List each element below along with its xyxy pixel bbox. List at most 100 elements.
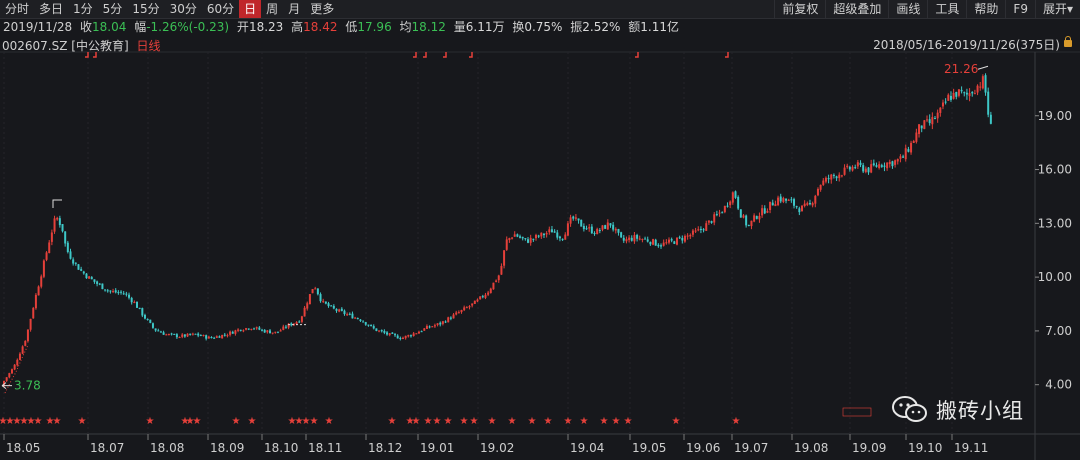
candle-body — [85, 273, 88, 279]
candle-body — [505, 239, 508, 250]
candle-body — [880, 165, 883, 167]
event-star: ★ — [470, 416, 479, 427]
candle-body — [279, 330, 282, 332]
candle-body — [795, 206, 798, 208]
candle-body — [276, 331, 279, 333]
candle-body — [18, 353, 21, 360]
candle-body — [896, 159, 899, 162]
candle-body — [723, 205, 726, 213]
candle-body — [702, 229, 705, 231]
wechat-icon — [892, 396, 928, 424]
candle-body — [540, 232, 543, 237]
candle-body — [343, 310, 346, 315]
candle-body — [705, 223, 708, 231]
candle-body — [646, 239, 649, 242]
event-star: ★ — [624, 416, 633, 427]
candle-body — [782, 198, 785, 202]
candle-body — [487, 292, 490, 295]
candle-body — [535, 234, 537, 239]
low-price-marker: 3.78 — [14, 379, 41, 393]
event-star: ★ — [528, 416, 537, 427]
candle-body — [654, 239, 657, 246]
candle-body — [247, 328, 250, 330]
candle-body — [668, 239, 670, 243]
candle-body — [56, 217, 59, 220]
y-tick-label: 13.00 — [1038, 216, 1072, 230]
candle-body — [633, 235, 636, 242]
candle-body — [114, 290, 117, 293]
candle-body — [125, 293, 128, 295]
candle-body — [973, 93, 976, 95]
candle-body — [399, 338, 402, 340]
candle-body — [284, 326, 287, 328]
candle-body — [497, 275, 500, 281]
candle-body — [707, 220, 710, 223]
candle-body — [239, 329, 242, 331]
candle-body — [383, 330, 386, 333]
candle-body — [250, 328, 253, 330]
lock-icon[interactable] — [1064, 36, 1072, 47]
candle-body — [822, 180, 825, 185]
candle-body — [237, 329, 240, 331]
candle-body — [391, 332, 394, 334]
candle-body — [40, 276, 43, 287]
candle-body — [151, 323, 154, 328]
candle-body — [439, 322, 442, 325]
date-range[interactable]: 2018/05/16-2019/11/26(375日) — [873, 36, 1060, 53]
event-star: ★ — [412, 416, 421, 427]
event-star: ★ — [388, 416, 397, 427]
x-tick-label: 19.04 — [570, 441, 604, 455]
candle-body — [324, 301, 327, 304]
candle-body — [300, 316, 303, 322]
candle-body — [298, 321, 301, 323]
candle-body — [561, 238, 564, 240]
candle-body — [183, 334, 186, 337]
candle-body — [644, 238, 647, 240]
event-star: ★ — [460, 416, 469, 427]
candle-body — [229, 331, 232, 335]
candle-body — [5, 377, 8, 381]
candle-body — [388, 333, 391, 336]
candle-body — [428, 326, 431, 328]
candle-body — [402, 337, 404, 339]
candle-body — [45, 252, 48, 260]
candle-body — [957, 89, 960, 96]
x-tick-label: 19.05 — [632, 441, 666, 455]
candle-body — [851, 166, 854, 171]
candle-body — [69, 251, 72, 259]
x-tick-label: 18.09 — [210, 441, 244, 455]
candle-body — [838, 174, 841, 179]
candle-body — [375, 328, 378, 331]
candle-body — [604, 225, 607, 229]
x-tick-label: 19.01 — [420, 441, 454, 455]
candle-body — [660, 245, 663, 247]
candle-body — [138, 307, 141, 309]
event-star: ★ — [444, 416, 453, 427]
candle-body — [734, 191, 737, 198]
candle-body — [457, 312, 460, 314]
candle-body — [335, 308, 338, 311]
candle-body — [319, 294, 322, 302]
candlestick-chart[interactable]: 18.05 18.07 18.08 18.09 18.10 18.11 18.12 19.01… — [0, 0, 1080, 460]
candle-body — [191, 333, 194, 335]
candle-body — [713, 214, 716, 223]
candle-body — [407, 335, 410, 337]
candle-body — [109, 290, 112, 292]
candle-body — [548, 229, 551, 233]
candle-body — [665, 242, 668, 244]
candle-body — [721, 212, 724, 214]
candle-body — [181, 334, 184, 337]
y-tick-label: 4.00 — [1045, 378, 1072, 392]
chart-title: 002607.SZ [中公教育] 日线 — [2, 37, 161, 54]
candle-body — [697, 229, 700, 231]
candle-body — [920, 125, 923, 129]
y-tick-label: 10.00 — [1038, 270, 1072, 284]
candle-body — [779, 196, 782, 202]
candle-body — [117, 292, 120, 294]
event-star: ★ — [672, 416, 681, 427]
candle-body — [245, 328, 248, 330]
candle-body — [444, 321, 447, 323]
candle-body — [436, 323, 439, 325]
event-star: ★ — [580, 416, 589, 427]
candle-body — [314, 288, 317, 290]
